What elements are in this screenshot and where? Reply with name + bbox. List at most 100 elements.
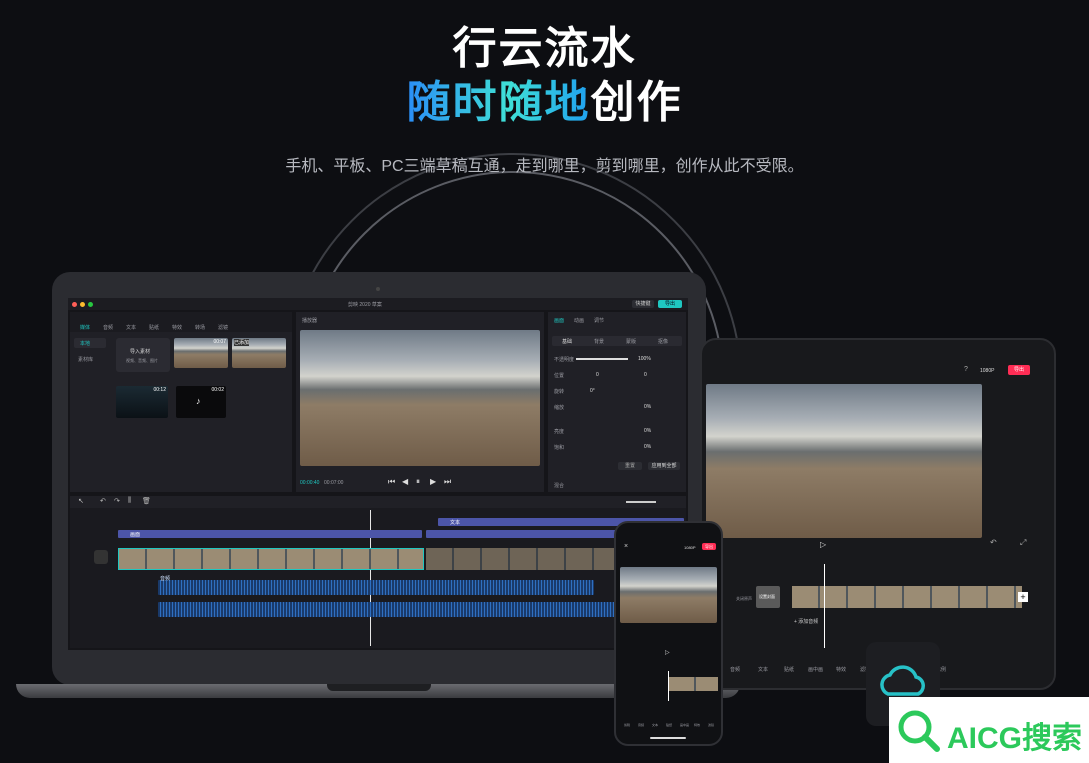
export-button[interactable]: 导出 [1008, 365, 1030, 375]
sidebar-item-local[interactable]: 本地 [74, 338, 106, 348]
opacity-value[interactable]: 100% [638, 356, 651, 362]
position-y-value[interactable]: 0 [644, 372, 647, 378]
tool-text[interactable]: 文本 [652, 723, 658, 727]
shortcut-button[interactable]: 快捷键 [632, 300, 654, 308]
tool-audio[interactable]: 音频 [730, 666, 740, 673]
audio-clip[interactable]: 音频 [158, 576, 594, 595]
media-thumb-tiktok[interactable]: 00:02 ♪ [176, 386, 226, 418]
cover-label: 设置封面 [759, 594, 775, 599]
pause-icon[interactable]: ⏸ [416, 477, 420, 487]
split-icon[interactable]: ⫼ [128, 497, 131, 505]
media-thumb[interactable]: 00:12 [116, 386, 168, 418]
help-icon[interactable]: ? [964, 366, 968, 373]
video-clip-selected[interactable] [118, 548, 424, 570]
tab-sticker[interactable]: 贴纸 [149, 324, 159, 331]
inspector-tab-picture[interactable]: 画面 [554, 317, 564, 324]
tool-pip[interactable]: 画中画 [680, 723, 689, 727]
saturation-value[interactable]: 0% [644, 444, 651, 450]
tablet-frame: ? 1080P 导出 ▷ ↶ ⤢ 关闭原声 设置封面 + + 添加音频 音频 文… [700, 338, 1056, 690]
resolution-select[interactable]: 1080P [684, 545, 696, 550]
rotation-value[interactable]: 0° [590, 388, 595, 394]
phone-video-track[interactable] [668, 677, 718, 691]
subtab-mask[interactable]: 蒙版 [626, 338, 636, 345]
minimize-dot[interactable] [80, 302, 85, 307]
add-audio-button[interactable]: + 添加音频 [794, 618, 818, 625]
tool-sticker[interactable]: 贴纸 [666, 723, 672, 727]
tab-media[interactable]: 媒体 [80, 324, 90, 331]
apply-all-button[interactable]: 应用到全部 [648, 462, 680, 470]
playhead[interactable] [668, 671, 669, 701]
cursor-icon[interactable]: ↖ [78, 497, 84, 505]
subtab-background[interactable]: 背景 [594, 338, 604, 345]
media-panel: 媒体 音频 文本 贴纸 特效 转场 滤镜 本地 素材库 导入素材 视频、音频、图… [70, 312, 292, 492]
timeline-toolbar: ↖ ↶ ↷ ⫼ 🗑 [70, 496, 686, 508]
forward-icon[interactable]: ▶ [430, 477, 436, 486]
subtab-keying[interactable]: 抠像 [658, 338, 668, 345]
opacity-slider[interactable] [576, 358, 628, 360]
inspector-tab-adjust[interactable]: 调节 [594, 317, 604, 324]
fullscreen-icon[interactable]: ⤢ [1020, 538, 1026, 548]
subtab-basic[interactable]: 基础 [562, 338, 572, 345]
import-button[interactable]: 导入素材 视频、音频、图片 [116, 338, 170, 372]
playhead[interactable] [824, 564, 825, 648]
next-frame-icon[interactable]: ⏭ [444, 477, 451, 487]
export-button[interactable]: 导出 [702, 543, 716, 550]
hero-highlight: 随时随地 [406, 78, 591, 127]
scale-value[interactable]: 0% [644, 404, 651, 410]
tool-pip[interactable]: 画中画 [808, 666, 823, 673]
tab-transition[interactable]: 转场 [195, 324, 205, 331]
laptop-screen: 剪映 2020 草案 快捷键 导出 媒体 音频 文本 贴纸 特效 转场 滤镜 本… [68, 298, 688, 650]
watermark-text: AICG搜索 [947, 722, 1082, 755]
window-title: 剪映 2020 草案 [348, 302, 382, 308]
hero-title-suffix: 创作 [590, 78, 683, 127]
inspector-tab-animation[interactable]: 动画 [574, 317, 584, 324]
prev-frame-icon[interactable]: ⏮ [388, 477, 395, 487]
hero-title-line2: 随时随地创作 [0, 66, 1089, 130]
position-x-value[interactable]: 0 [596, 372, 599, 378]
phone-frame: × 1080P 导出 ▷ 剪辑 音频 文本 贴纸 画中画 特效 滤镜 [614, 521, 723, 746]
laptop-notch [327, 684, 431, 691]
phone-toolbar: 剪辑 音频 文本 贴纸 画中画 特效 滤镜 [620, 715, 720, 729]
tiktok-icon: ♪ [196, 396, 201, 406]
tab-filter[interactable]: 滤镜 [218, 324, 228, 331]
tool-edit[interactable]: 剪辑 [624, 723, 630, 727]
delete-icon[interactable]: 🗑 [142, 497, 151, 505]
media-thumb[interactable]: 已添加 [232, 338, 286, 368]
play-icon[interactable]: ▷ [820, 540, 826, 549]
close-dot[interactable] [72, 302, 77, 307]
phone-preview[interactable] [620, 567, 717, 623]
rewind-icon[interactable]: ◀ [402, 477, 408, 486]
reset-button[interactable]: 重置 [618, 462, 642, 470]
zoom-slider[interactable] [626, 501, 656, 503]
tool-sticker[interactable]: 贴纸 [784, 666, 794, 673]
tool-filter[interactable]: 滤镜 [708, 723, 714, 727]
resolution-select[interactable]: 1080P [980, 368, 994, 374]
tablet-preview[interactable] [706, 384, 982, 538]
tool-effects[interactable]: 特效 [694, 723, 700, 727]
tab-audio[interactable]: 音频 [103, 324, 113, 331]
tool-effects[interactable]: 特效 [836, 666, 846, 673]
tool-text[interactable]: 文本 [758, 666, 768, 673]
cover-button[interactable] [94, 550, 108, 564]
tablet-video-track[interactable] [792, 586, 1022, 608]
redo-icon[interactable]: ↷ [114, 497, 120, 505]
tab-effects[interactable]: 特效 [172, 324, 182, 331]
brightness-value[interactable]: 0% [644, 428, 651, 434]
export-button[interactable]: 导出 [658, 300, 682, 308]
tab-text[interactable]: 文本 [126, 324, 136, 331]
cover-thumb[interactable]: 设置封面 [756, 586, 780, 608]
close-icon[interactable]: × [624, 543, 628, 550]
media-thumb[interactable]: 00:07 [174, 338, 228, 368]
maximize-dot[interactable] [88, 302, 93, 307]
tool-audio[interactable]: 音频 [638, 723, 644, 727]
mute-label[interactable]: 关闭原声 [736, 596, 752, 602]
player-viewport[interactable] [300, 330, 540, 466]
undo-icon[interactable]: ↶ [100, 497, 106, 505]
player-time-current: 00:00:40 [300, 480, 320, 486]
add-clip-button[interactable]: + [1018, 592, 1028, 602]
audio-clip[interactable] [158, 602, 684, 617]
text-track-clip[interactable]: 画面 [118, 530, 422, 538]
sidebar-item-library[interactable]: 素材库 [78, 356, 93, 363]
undo-icon[interactable]: ↶ [990, 538, 997, 547]
play-icon[interactable]: ▷ [665, 649, 670, 656]
